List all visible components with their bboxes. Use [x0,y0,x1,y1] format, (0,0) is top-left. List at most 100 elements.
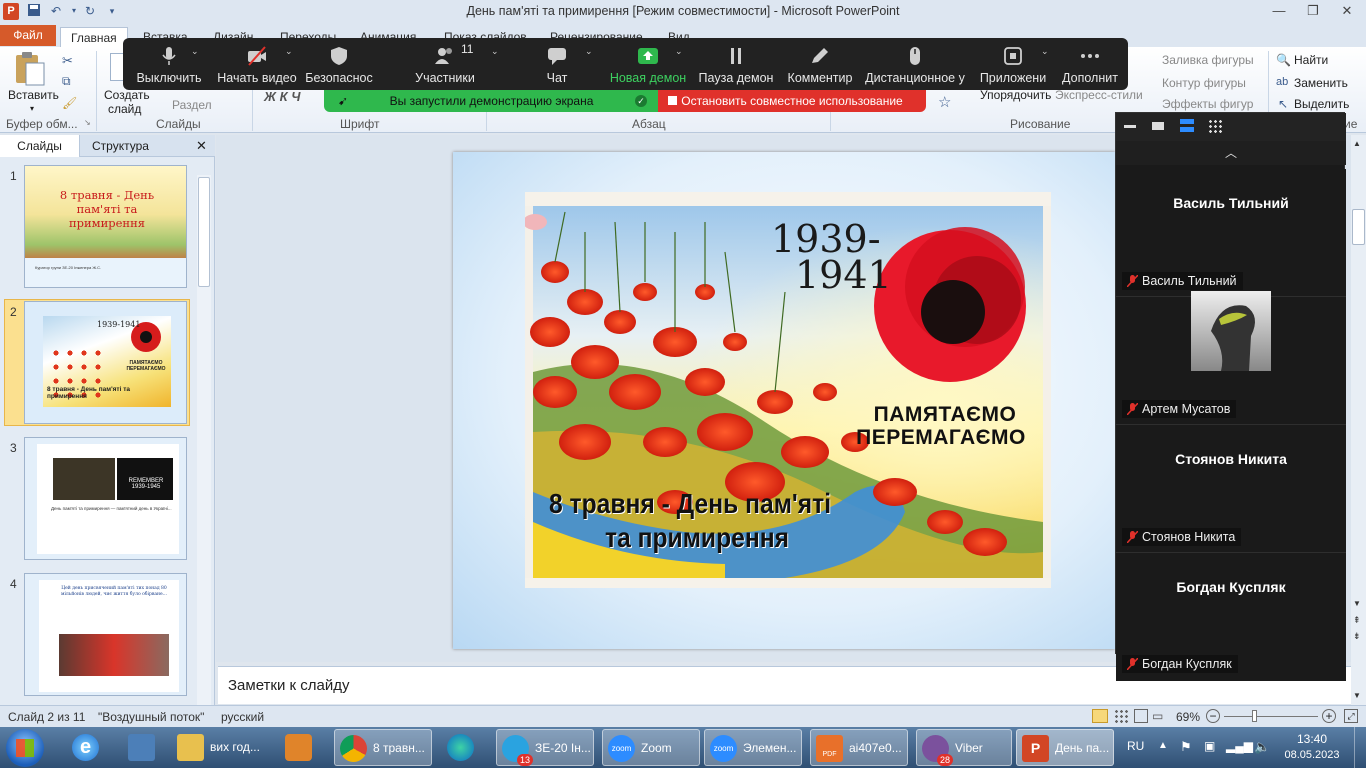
annotate-button[interactable]: Комментир [783,38,857,90]
slide-thumbnail-3[interactable]: REMEMBER 1939-1945 День пам'яті та прими… [24,437,187,560]
shape-outline-button[interactable]: Контур фигуры [1162,76,1246,90]
slide-main-image[interactable]: 1939- 1941 ПАМЯТАЄМО ПЕРЕМАГАЄМО 8 травн… [525,192,1051,588]
chevron-down-icon[interactable]: ⌄ [1041,46,1049,57]
chevron-down-icon[interactable]: ⌄ [191,46,199,57]
tab-home[interactable]: Главная [60,27,128,47]
apps-button[interactable]: ⌄ Приложени [977,38,1049,90]
chevron-down-icon[interactable]: ⌄ [491,46,499,57]
zoom-out-icon[interactable]: − [1206,709,1220,723]
slide-thumbnail-2[interactable]: 1939-1941 ПАМЯТАЄМО ПЕРЕМАГАЄМО 8 травня… [24,301,187,424]
replace-icon[interactable]: ab [1276,76,1288,88]
find-icon[interactable]: 🔍 [1276,53,1291,67]
slide-sorter-icon[interactable] [1114,709,1128,723]
taskbar-item[interactable]: 8 травн... [334,729,432,766]
arrange-button[interactable]: Упорядочить [980,88,1051,102]
fit-to-window-icon[interactable]: ⤢ [1344,709,1358,723]
remote-control-button[interactable]: Дистанционное у [863,38,967,90]
mute-button[interactable]: ⌄ Выключить [131,38,207,90]
strip-view-icon[interactable] [1180,119,1194,133]
participant-tile[interactable]: Богдан Куспляк Богдан Куспляк [1116,553,1346,681]
star-shape-icon[interactable]: ☆ [938,93,951,111]
chevron-down-icon[interactable]: ⌄ [675,46,683,57]
notes-scroll-down-icon[interactable]: ▼ [1353,691,1361,700]
paste-button[interactable]: Вставить [8,88,59,102]
taskbar-ie[interactable]: e [60,729,110,766]
paste-icon[interactable] [12,51,52,89]
chevron-down-icon[interactable]: ⌄ [585,46,593,57]
participant-tile[interactable]: Стоянов Никита Стоянов Никита [1116,425,1346,553]
new-slide-button[interactable]: Создать [104,88,150,102]
section-button[interactable]: Раздел [172,98,212,112]
taskbar-pc[interactable] [116,729,166,766]
format-painter-icon[interactable]: 🖌 [62,96,77,110]
cut-icon[interactable]: ✂ [62,53,73,69]
action-center-flag-icon[interactable]: ⚑ [1180,739,1192,755]
close-button[interactable]: ✕ [1330,0,1364,22]
normal-view-icon[interactable] [1092,709,1108,723]
zoom-slider[interactable] [1224,716,1318,717]
scrollbar-thumb[interactable] [1352,209,1365,245]
start-button[interactable] [6,729,44,767]
previous-slide-icon[interactable]: ⇞ [1353,615,1361,625]
new-share-button[interactable]: ⌄ Новая демон [607,38,689,90]
taskbar-edge[interactable] [442,729,486,766]
taskbar-item[interactable]: 28 Viber [916,729,1012,766]
pin-icon[interactable]: ➹ [338,90,348,112]
chat-button[interactable]: ⌄ Чат [523,38,593,90]
gallery-view-icon[interactable] [1208,119,1222,133]
stop-share-button[interactable]: Остановить совместное использование [658,90,926,112]
speaker-view-icon[interactable] [1152,122,1164,130]
tab-outline[interactable]: Структура [82,135,159,157]
select-button[interactable]: Выделить [1294,97,1349,111]
chevron-down-icon[interactable]: ⌄ [285,46,293,57]
clock-date[interactable]: 08.05.2023 [1280,749,1344,761]
new-slide-button-line2[interactable]: слайд [108,102,141,116]
taskbar-item[interactable]: zoom Элемен... [704,729,802,766]
taskbar-item[interactable]: PDF ai407e0... [810,729,908,766]
reading-view-icon[interactable] [1134,709,1148,723]
participant-tile[interactable]: Артем Мусатов [1116,291,1346,425]
taskbar-item-active[interactable]: P День па... [1016,729,1114,766]
shape-fill-button[interactable]: Заливка фигуры [1162,53,1254,67]
next-slide-icon[interactable]: ⇟ [1353,631,1361,641]
slide-thumbnail-4[interactable]: Цей день присвячений пам'яті тих понад 8… [24,573,187,696]
slides-pane-scrollbar[interactable] [197,175,211,705]
restore-button[interactable]: ❐ [1296,0,1330,22]
find-button[interactable]: Найти [1294,53,1328,67]
scroll-up-tiles-icon[interactable]: ︿ [1116,141,1346,165]
select-icon[interactable]: ↖ [1278,97,1288,111]
taskbar-media[interactable] [280,729,320,766]
minimize-button[interactable]: — [1262,0,1296,22]
scroll-down-icon[interactable]: ▼ [1353,599,1361,608]
clock-time[interactable]: 13:40 [1280,732,1344,746]
quick-styles-button[interactable]: Экспресс-стили [1055,88,1143,102]
network-icon[interactable]: ▂▄▆ [1226,739,1253,753]
show-desktop-button[interactable] [1354,727,1366,768]
show-hidden-icons[interactable]: ▲ [1158,740,1168,751]
copy-icon[interactable]: ⧉ [62,74,71,89]
slideshow-icon[interactable]: ▭ [1152,709,1163,723]
tab-file[interactable]: Файл [0,25,56,46]
participants-button[interactable]: 11 ⌄ Участники [407,38,498,90]
shape-effects-button[interactable]: Эффекты фигур [1162,97,1253,111]
current-slide[interactable]: 1939- 1941 ПАМЯТАЄМО ПЕРЕМАГАЄМО 8 травн… [453,152,1115,649]
zoom-slider-thumb[interactable] [1252,710,1257,722]
scroll-up-icon[interactable]: ▲ [1353,139,1361,148]
tab-slides[interactable]: Слайды [0,135,80,157]
theme-name[interactable]: "Воздушный поток" [98,710,204,724]
language-indicator[interactable]: RU [1127,739,1144,753]
replace-button[interactable]: Заменить [1294,76,1348,90]
zoom-in-icon[interactable]: + [1322,709,1336,723]
device-icon[interactable]: ▣ [1204,739,1215,753]
pause-share-button[interactable]: Пауза демон [697,38,775,90]
security-button[interactable]: Безопаснос [303,38,375,90]
taskbar-item[interactable]: 13 ЗЕ-20 Ін... [496,729,594,766]
paste-dropdown-icon[interactable]: ▾ [30,104,34,113]
volume-icon[interactable]: 🔈 [1254,739,1270,755]
taskbar-item[interactable]: вих год... [172,729,272,766]
participant-tile[interactable]: Василь Тильний Василь Тильний [1116,169,1346,297]
start-video-button[interactable]: ⌄ Начать видео [215,38,299,90]
language-indicator[interactable]: русский [221,710,264,724]
minimize-panel-icon[interactable] [1124,125,1136,128]
zoom-level[interactable]: 69% [1176,710,1200,724]
